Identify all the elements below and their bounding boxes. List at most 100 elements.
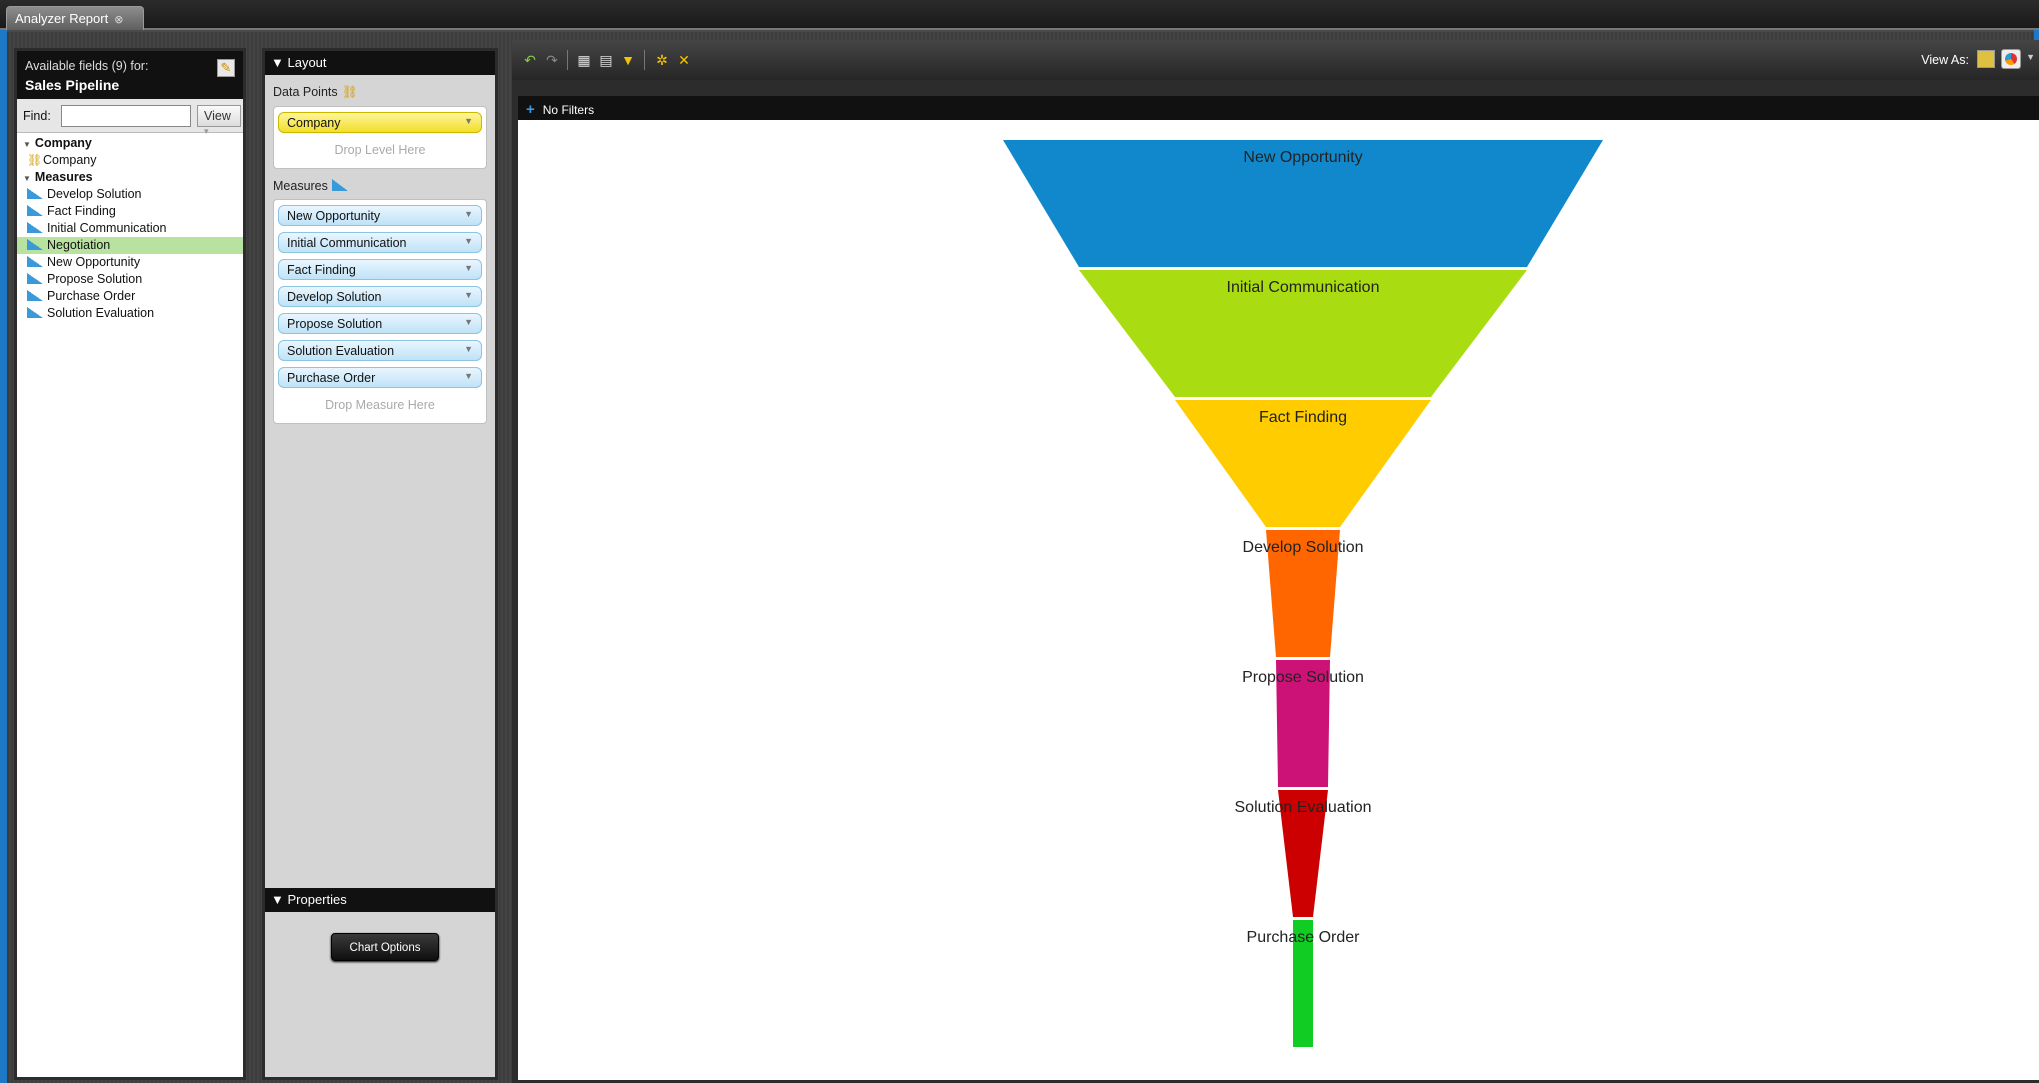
run-icon[interactable]: ✲	[654, 52, 670, 68]
measure-pill-label: Develop Solution	[287, 290, 382, 304]
undo-icon[interactable]: ↶	[522, 52, 538, 68]
layout-panel-icon[interactable]: ▦	[576, 52, 592, 68]
measures-drop-zone[interactable]: New Opportunity ▼ Initial Communication ▼ Fa…	[273, 199, 487, 424]
find-input[interactable]	[61, 105, 191, 127]
report-toolbar: ↶ ↷ ▦ ▤ ▼ ✲ ✕ View As: ▼	[512, 40, 2039, 80]
measure-pill[interactable]: Develop Solution ▼	[278, 286, 482, 307]
tree-group-measures[interactable]: ▼ Measures	[17, 169, 243, 186]
find-row: Find: View ▾	[17, 99, 243, 136]
field-item-label: Solution Evaluation	[47, 306, 155, 320]
measure-icon	[27, 239, 43, 250]
properties-panel-icon[interactable]: ▤	[598, 52, 614, 68]
measure-pill[interactable]: Purchase Order ▼	[278, 367, 482, 388]
measure-pill[interactable]: Propose Solution ▼	[278, 313, 482, 334]
filter-status: No Filters	[542, 103, 595, 117]
chevron-down-icon[interactable]: ▼	[464, 116, 473, 126]
tree-group-company[interactable]: ▼ Company	[17, 135, 243, 152]
chevron-down-icon: ▾	[204, 126, 209, 136]
measure-icon	[27, 290, 43, 301]
measure-pill-label: Fact Finding	[287, 263, 356, 277]
edit-pencil-icon[interactable]: ✎	[217, 59, 235, 77]
field-item[interactable]: Propose Solution	[17, 271, 243, 288]
measure-icon	[27, 205, 43, 216]
funnel-chart: New Opportunity Initial Communication Fact…	[1003, 140, 1603, 1047]
measure-icon	[331, 179, 348, 191]
redo-icon[interactable]: ↷	[544, 52, 560, 68]
field-item[interactable]: ⛓Company	[17, 152, 243, 169]
level-icon: ⛓	[341, 85, 358, 99]
funnel-stage-label: New Opportunity	[1243, 149, 1362, 166]
measure-icon	[27, 307, 43, 318]
field-item-label: Develop Solution	[47, 187, 142, 201]
properties-title[interactable]: ▼ Properties	[265, 888, 495, 912]
chart-options-button[interactable]: Chart Options	[331, 933, 439, 961]
fields-header: Available fields (9) for: Sales Pipeline…	[17, 51, 243, 99]
field-item[interactable]: Develop Solution	[17, 186, 243, 203]
field-item[interactable]: Solution Evaluation	[17, 305, 243, 322]
toolbar-separator	[644, 50, 645, 70]
chevron-down-icon[interactable]: ▼	[464, 290, 473, 300]
chevron-down-icon[interactable]: ▼	[464, 236, 473, 246]
tree-group-label: Measures	[34, 170, 93, 184]
field-item-label: Negotiation	[47, 238, 111, 252]
measure-pill-label: Purchase Order	[287, 371, 376, 385]
field-item-label: Company	[43, 153, 97, 167]
tree-group-label: Company	[34, 136, 92, 150]
toolbar-separator	[567, 50, 568, 70]
field-item[interactable]: Initial Communication	[17, 220, 243, 237]
chevron-down-icon[interactable]: ▼	[464, 317, 473, 327]
close-icon[interactable]: ⊗	[114, 14, 123, 26]
view-button[interactable]: View ▾	[197, 105, 241, 136]
chevron-down-icon[interactable]: ▼	[464, 263, 473, 273]
field-item[interactable]: Negotiation	[17, 237, 243, 254]
table-view-icon[interactable]	[1977, 50, 1995, 68]
filter-icon[interactable]: ▼	[620, 52, 636, 68]
plus-icon[interactable]: +	[526, 101, 535, 118]
measure-pill[interactable]: Fact Finding ▼	[278, 259, 482, 280]
model-name: Sales Pipeline	[25, 77, 120, 93]
funnel-stage-label: Solution Evaluation	[1235, 799, 1372, 816]
layout-title[interactable]: ▼ Layout	[265, 51, 495, 75]
data-points-section: Data Points ⛓	[265, 75, 495, 106]
chevron-down-icon[interactable]: ▼	[464, 371, 473, 381]
data-points-drop-zone[interactable]: Company ▼ Drop Level Here	[273, 106, 487, 169]
data-point-pill[interactable]: Company ▼	[278, 112, 482, 133]
field-item[interactable]: Purchase Order	[17, 288, 243, 305]
measure-pill[interactable]: Initial Communication ▼	[278, 232, 482, 253]
tab-analyzer-report[interactable]: Analyzer Report ⊗	[6, 6, 144, 30]
chevron-down-icon[interactable]: ▼	[2026, 52, 2035, 62]
field-item[interactable]: New Opportunity	[17, 254, 243, 271]
measure-pill-label: Solution Evaluation	[287, 344, 395, 358]
measure-pill[interactable]: New Opportunity ▼	[278, 205, 482, 226]
chevron-down-icon[interactable]: ▼	[464, 209, 473, 219]
drop-measure-hint: Drop Measure Here	[325, 398, 435, 412]
measure-pill[interactable]: Solution Evaluation ▼	[278, 340, 482, 361]
funnel-stage-label: Develop Solution	[1243, 539, 1364, 556]
field-item[interactable]: Fact Finding	[17, 203, 243, 220]
measures-section: Measures	[265, 169, 495, 199]
find-label: Find:	[23, 109, 51, 123]
report-panel: ↶ ↷ ▦ ▤ ▼ ✲ ✕ View As: ▼ + No Filters New…	[512, 40, 2039, 1083]
chart-area: New Opportunity Initial Communication Fact…	[518, 120, 2039, 1080]
expand-triangle-icon[interactable]: ▼	[23, 140, 31, 149]
chevron-down-icon[interactable]: ▼	[464, 344, 473, 354]
measure-icon	[27, 273, 43, 284]
measures-label: Measures	[273, 179, 328, 193]
view-as-label: View As:	[1921, 53, 1969, 67]
window-edge	[0, 30, 7, 1083]
level-icon: ⛓	[27, 153, 43, 167]
funnel-stage-label: Fact Finding	[1259, 409, 1347, 426]
available-fields-panel: Available fields (9) for: Sales Pipeline…	[14, 48, 246, 1080]
filter-bar[interactable]: + No Filters	[518, 96, 2039, 120]
field-item-label: Propose Solution	[47, 272, 143, 286]
field-tree: ▼ Company ⛓Company ▼ Measures Develop Solutio…	[17, 133, 243, 322]
measure-icon	[27, 256, 43, 267]
funnel-stage-label: Initial Communication	[1227, 279, 1380, 296]
measure-icon	[27, 222, 43, 233]
drop-level-hint: Drop Level Here	[334, 143, 426, 157]
tools-icon[interactable]: ✕	[676, 52, 692, 68]
measure-pill-label: New Opportunity	[287, 209, 381, 223]
expand-triangle-icon[interactable]: ▼	[23, 174, 31, 183]
chart-view-icon[interactable]	[2001, 49, 2021, 69]
measure-pill-label: Initial Communication	[287, 236, 407, 250]
